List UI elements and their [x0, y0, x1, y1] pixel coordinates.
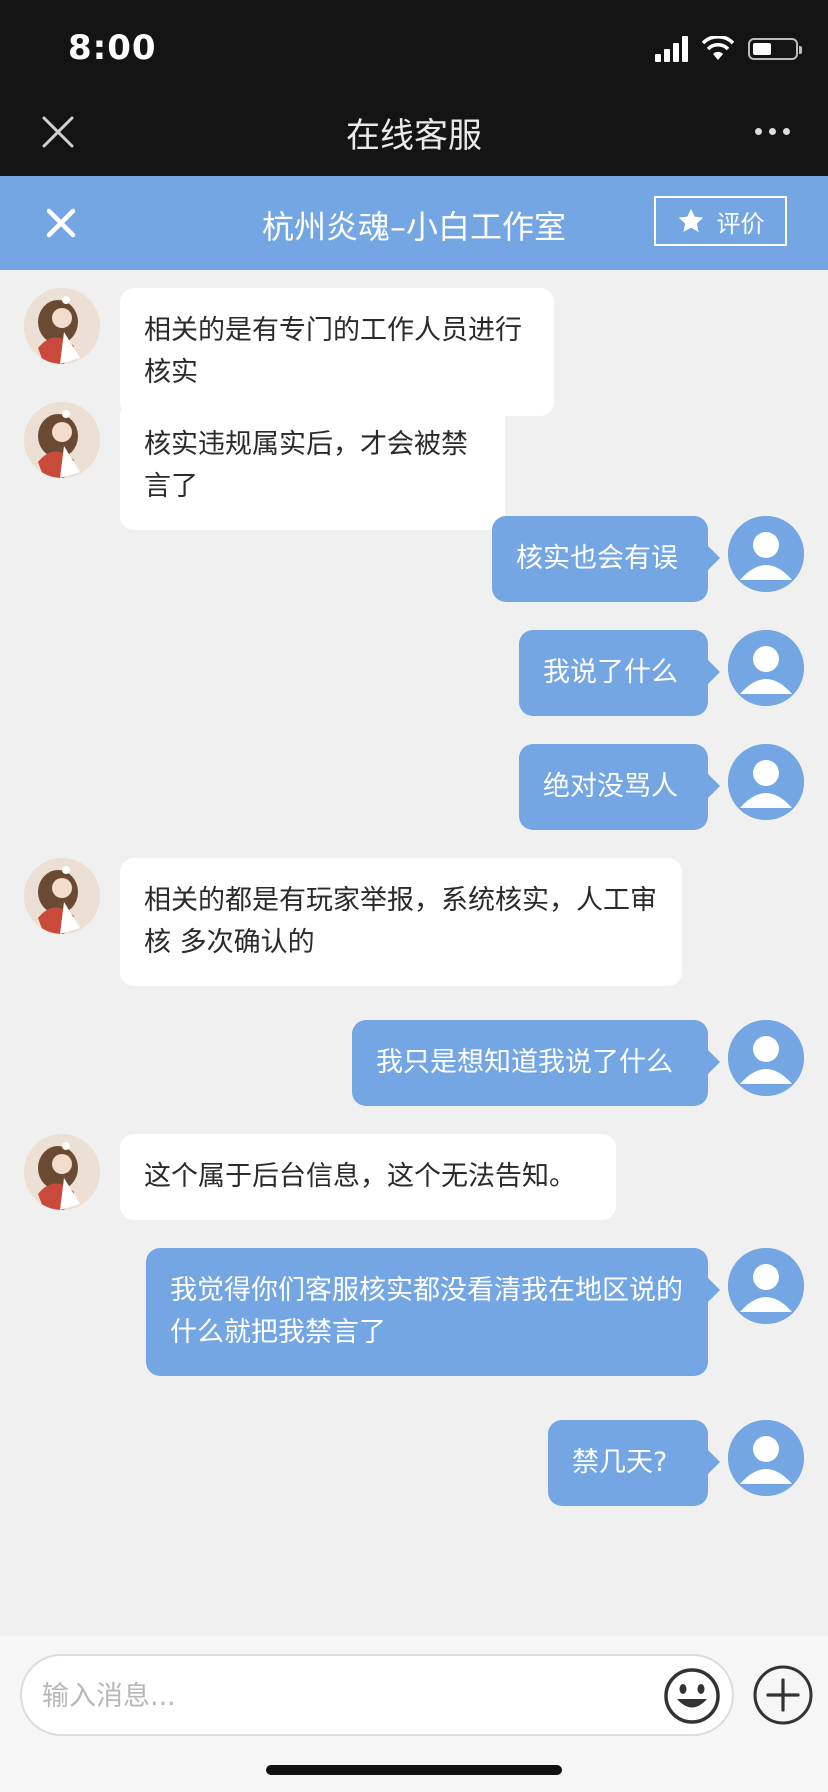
user-avatar-icon: [728, 630, 804, 706]
message-bubble: 我只是想知道我说了什么: [352, 1020, 720, 1106]
star-icon: [678, 208, 703, 232]
chat-list[interactable]: 相关的是有专门的工作人员进行核实 核实违规属实后，才会被禁言了 核实也会有误 我…: [0, 270, 828, 1636]
more-icon[interactable]: [755, 128, 790, 135]
message-bubble: 我说了什么: [519, 630, 720, 716]
plus-icon[interactable]: [752, 1664, 814, 1726]
agent-avatar: [24, 288, 100, 364]
wifi-icon: [702, 36, 734, 60]
message-bubble: 禁几天?: [548, 1420, 720, 1506]
message-bubble: 绝对没骂人: [519, 744, 720, 830]
status-time: 8:00: [68, 28, 157, 68]
user-avatar-icon: [728, 744, 804, 820]
message-input[interactable]: [40, 1670, 654, 1722]
message-bubble: 这个属于后台信息，这个无法告知。: [120, 1134, 616, 1220]
message-bubble: 相关的是有专门的工作人员进行核实: [120, 288, 554, 416]
page-title: 在线客服: [346, 116, 482, 156]
message-input-box: [20, 1654, 734, 1736]
top-bar: 8:00 在线客服: [0, 0, 828, 176]
message-bubble: 核实也会有误: [492, 516, 720, 602]
message-bubble: 我觉得你们客服核实都没看清我在地区说的什么就把我禁言了: [146, 1248, 720, 1376]
battery-icon: [748, 38, 802, 60]
rate-label: 评价: [716, 209, 765, 238]
chat-header: 杭州炎魂–小白工作室 评价: [0, 176, 828, 270]
emoji-icon[interactable]: [662, 1666, 722, 1726]
signal-icon: [655, 36, 688, 62]
message-bubble: 核实违规属实后，才会被禁言了: [120, 402, 505, 530]
home-indicator: [266, 1765, 562, 1775]
agent-avatar: [24, 858, 100, 934]
rate-button[interactable]: 评价: [654, 196, 787, 246]
user-avatar-icon: [728, 1420, 804, 1496]
user-avatar-icon: [728, 1020, 804, 1096]
agent-avatar: [24, 402, 100, 478]
message-bubble: 相关的都是有玩家举报，系统核实，人工审核 多次确认的: [120, 858, 682, 986]
agent-avatar: [24, 1134, 100, 1210]
user-avatar-icon: [728, 1248, 804, 1324]
user-avatar-icon: [728, 516, 804, 592]
status-icons: [655, 34, 802, 64]
